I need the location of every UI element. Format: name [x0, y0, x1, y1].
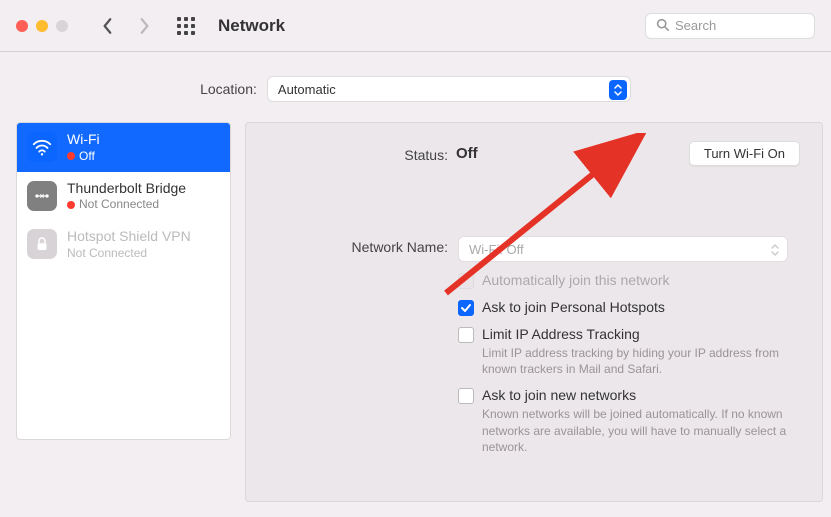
sidebar-item-status: Not Connected [79, 197, 159, 212]
detail-pane: Status: Off Turn Wi-Fi On Network Name: … [245, 122, 823, 502]
main-area: Wi-Fi Off Thunderbolt Bridge [0, 122, 831, 510]
check-auto-join: Automatically join this network [458, 272, 800, 289]
network-name-value: Wi-Fi: Off [469, 242, 524, 257]
sidebar-item-status: Not Connected [67, 246, 147, 261]
network-name-label: Network Name: [268, 236, 448, 255]
checkbox[interactable] [458, 300, 474, 316]
thunderbolt-icon [27, 181, 57, 211]
window-title: Network [218, 16, 285, 36]
location-select[interactable]: Automatic [267, 76, 631, 102]
search-field[interactable] [645, 13, 815, 39]
window-controls [16, 20, 68, 32]
sidebar-item-vpn[interactable]: Hotspot Shield VPN Not Connected [17, 220, 230, 269]
status-dot-icon [67, 152, 75, 160]
sidebar-item-title: Wi-Fi [67, 131, 100, 149]
network-name-select[interactable]: Wi-Fi: Off [458, 236, 788, 262]
turn-wifi-on-button[interactable]: Turn Wi-Fi On [689, 141, 800, 166]
zoom-window-button[interactable] [56, 20, 68, 32]
status-label: Status: [268, 144, 448, 163]
location-row: Location: Automatic [0, 52, 831, 122]
search-input[interactable] [675, 18, 795, 33]
check-limit-ip-tracking[interactable]: Limit IP Address Tracking Limit IP addre… [458, 326, 800, 377]
check-personal-hotspots[interactable]: Ask to join Personal Hotspots [458, 299, 800, 316]
check-label: Ask to join Personal Hotspots [482, 299, 665, 315]
sidebar-item-title: Hotspot Shield VPN [67, 228, 191, 246]
checkbox[interactable] [458, 388, 474, 404]
network-list: Wi-Fi Off Thunderbolt Bridge [16, 122, 231, 440]
check-label: Ask to join new networks [482, 387, 800, 403]
forward-button[interactable] [130, 12, 158, 40]
check-label: Automatically join this network [482, 272, 670, 288]
location-selected: Automatic [278, 82, 336, 97]
search-icon [656, 18, 669, 34]
check-ask-join-new[interactable]: Ask to join new networks Known networks … [458, 387, 800, 455]
checkbox[interactable] [458, 327, 474, 343]
sidebar-item-wifi[interactable]: Wi-Fi Off [17, 123, 230, 172]
location-label: Location: [200, 81, 257, 97]
check-description: Known networks will be joined automatica… [482, 406, 800, 455]
grid-icon [177, 17, 195, 35]
close-window-button[interactable] [16, 20, 28, 32]
lock-icon [27, 229, 57, 259]
sidebar-item-title: Thunderbolt Bridge [67, 180, 186, 198]
check-label: Limit IP Address Tracking [482, 326, 800, 342]
sidebar-item-thunderbolt[interactable]: Thunderbolt Bridge Not Connected [17, 172, 230, 221]
titlebar: Network [0, 0, 831, 52]
select-stepper-icon [767, 240, 783, 260]
sidebar-item-status: Off [79, 149, 95, 164]
status-value: Off [456, 145, 478, 162]
check-description: Limit IP address tracking by hiding your… [482, 345, 800, 377]
checkbox [458, 273, 474, 289]
show-all-prefs-button[interactable] [172, 12, 200, 40]
status-dot-icon [67, 201, 75, 209]
minimize-window-button[interactable] [36, 20, 48, 32]
select-stepper-icon [609, 80, 627, 100]
back-button[interactable] [94, 12, 122, 40]
wifi-icon [27, 132, 57, 162]
